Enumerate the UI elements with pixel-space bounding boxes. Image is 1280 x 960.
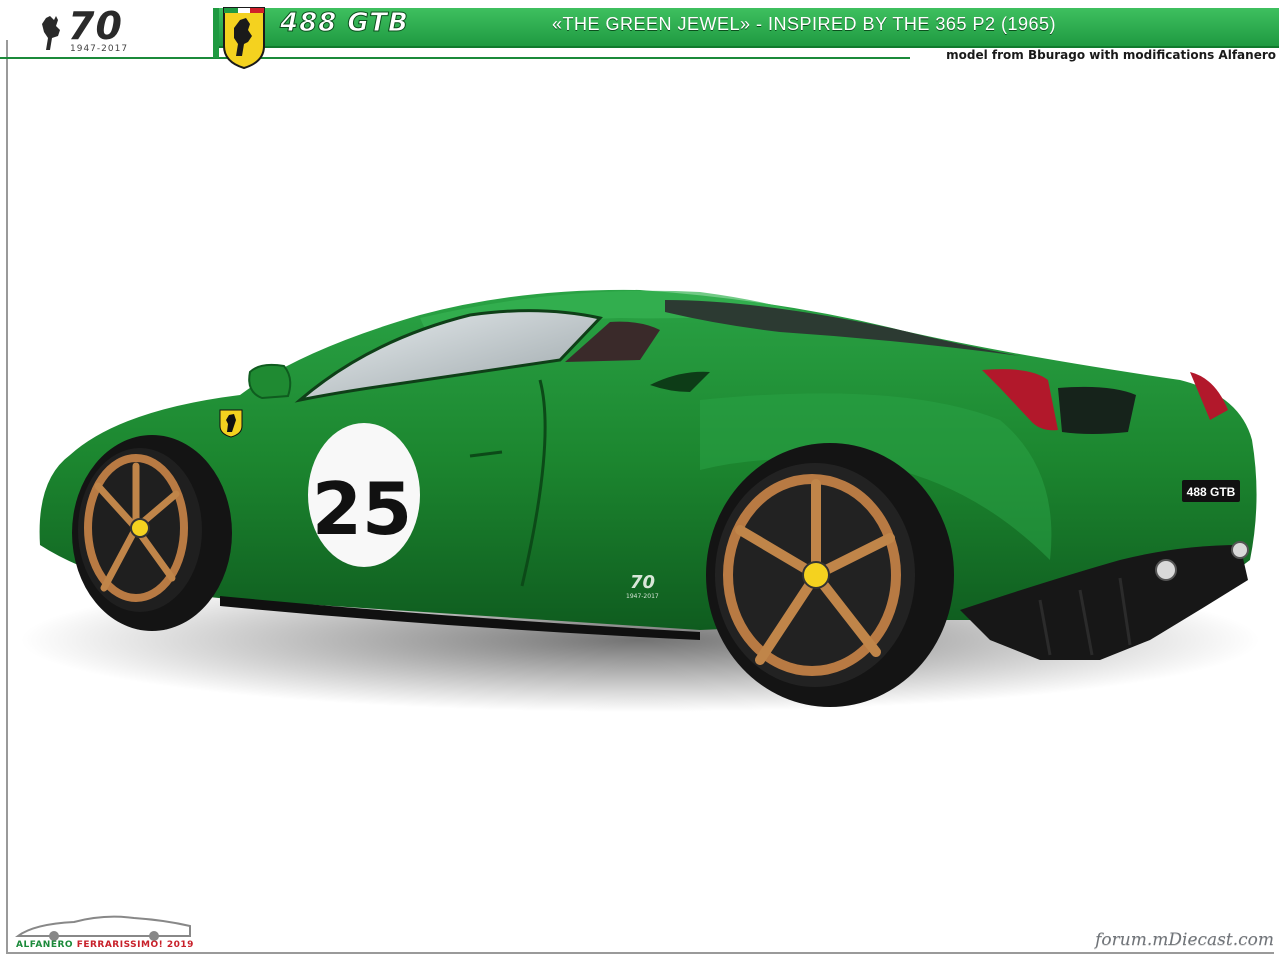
author-signature: ALFANERO FERRARISSIMO! 2019: [16, 940, 194, 950]
author-signature-name: ALFANERO: [16, 940, 74, 950]
front-wheel: [72, 435, 232, 631]
side-badge-number: 70: [630, 572, 655, 593]
author-signature-title: FERRARISSIMO! 2019: [76, 940, 194, 950]
car-silhouette-icon: [14, 915, 191, 941]
exhaust-right: [1231, 541, 1249, 559]
race-number: 25: [312, 467, 412, 551]
rear-badge: 488 GTB: [1187, 485, 1236, 499]
fender-shield-icon: [219, 409, 243, 438]
side-mirror: [248, 363, 292, 400]
forum-watermark: forum.mDiecast.com: [1095, 930, 1274, 950]
exhaust-left: [1155, 559, 1177, 581]
author-logo: ALFANERO FERRARISSIMO! 2019: [14, 910, 204, 954]
car-photo: 488 GTB 25 70 1947-2017: [20, 289, 1260, 712]
rear-recess: [1058, 386, 1136, 434]
side-badge-years: 1947-2017: [626, 593, 659, 600]
rear-wheel: [706, 443, 954, 707]
